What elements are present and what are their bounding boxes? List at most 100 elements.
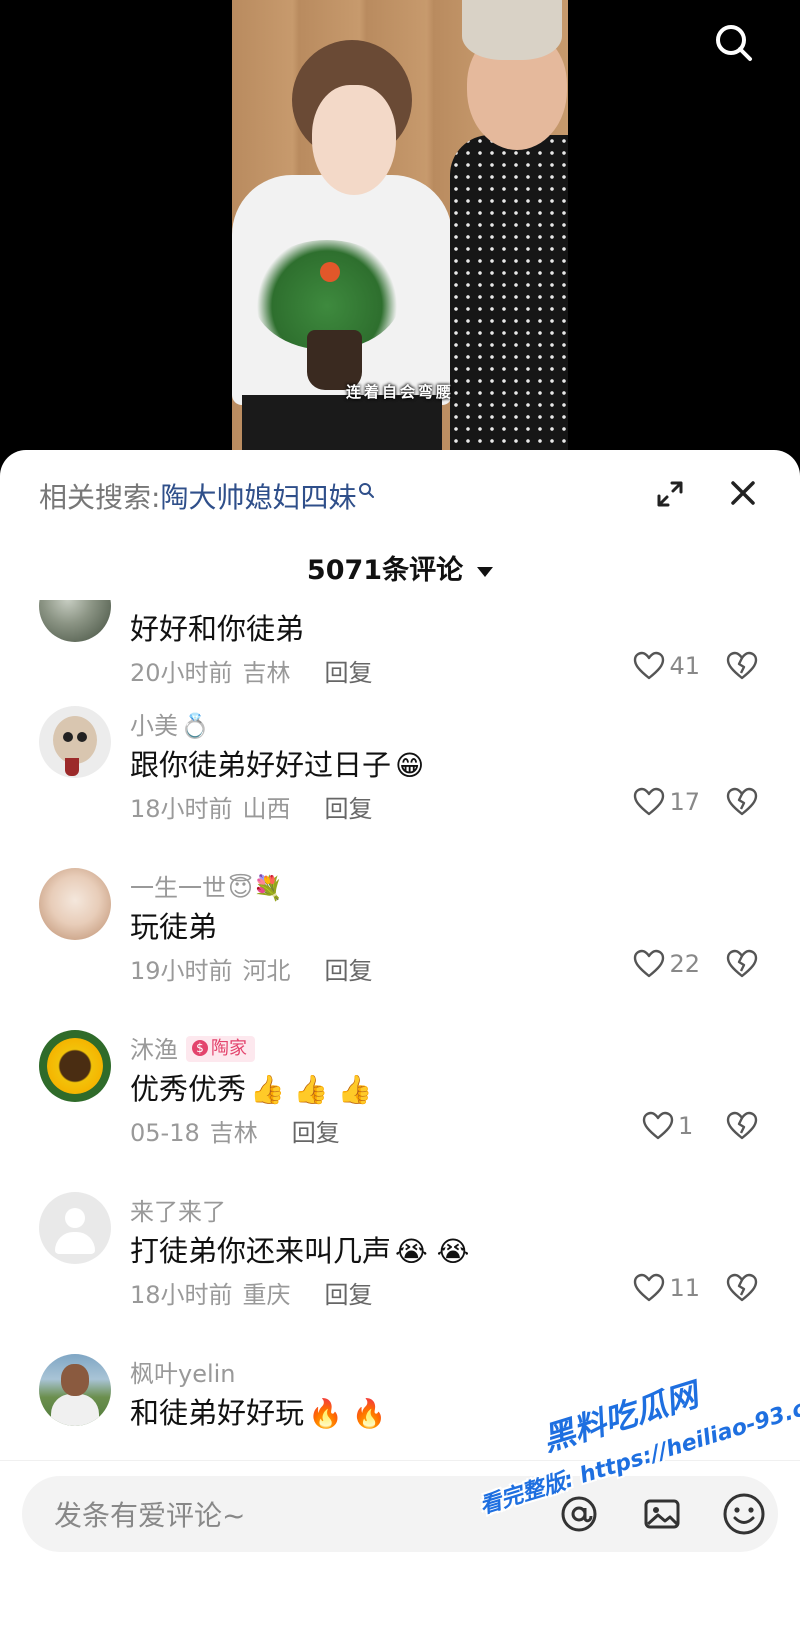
video-woman-skirt: [242, 395, 442, 455]
search-icon: [359, 483, 375, 498]
comment-text: 玩徒弟: [130, 904, 217, 946]
like-button[interactable]: 1: [642, 1110, 700, 1142]
avatar[interactable]: [39, 600, 111, 642]
heart-icon: [634, 949, 665, 978]
username-emoji: 💍: [180, 712, 210, 740]
comment-text: 好好和你徒弟: [130, 606, 304, 648]
comment-username[interactable]: 小美💍: [130, 706, 210, 741]
video-woman-face: [312, 85, 396, 195]
comment-input-container[interactable]: [22, 1476, 778, 1554]
close-icon[interactable]: [728, 478, 758, 508]
badge-label: 陶家: [211, 1038, 247, 1059]
comment-item: 来了来了 打徒弟你还来叫几声 😭 😭 18小时前 重庆 回复 11: [0, 1192, 800, 1342]
username-text: 来了来了: [130, 1198, 226, 1226]
comment-emoji: 😁: [395, 749, 425, 782]
comment-text-body: 打徒弟你还来叫几声: [130, 1234, 392, 1268]
comment-list[interactable]: 好好和你徒弟 20小时前 吉林 回复 41 小美💍 跟你徒弟好好过日子 😁 18小时前…: [0, 600, 800, 1458]
comment-time: 05-18: [130, 1119, 200, 1147]
avatar[interactable]: [39, 1030, 111, 1102]
fan-badge: $ 陶家: [186, 1036, 255, 1062]
comment-time: 18小时前: [130, 795, 233, 823]
related-search[interactable]: 相关搜索:陶大帅媳妇四妹: [39, 476, 375, 516]
comment-meta: 18小时前 重庆 回复: [130, 1275, 373, 1310]
comment-username[interactable]: 来了来了: [130, 1192, 226, 1227]
heart-icon: [634, 651, 665, 680]
at-icon[interactable]: [559, 1494, 599, 1534]
avatar[interactable]: [39, 868, 111, 940]
broken-heart-icon[interactable]: [726, 1110, 758, 1142]
heart-icon: [634, 787, 665, 816]
smile-icon[interactable]: [722, 1492, 766, 1536]
image-icon[interactable]: [642, 1494, 682, 1534]
like-button[interactable]: 22: [633, 948, 700, 980]
like-count: 17: [669, 788, 700, 816]
like-button[interactable]: 11: [633, 1272, 700, 1304]
username-text: 枫叶yelin: [130, 1360, 236, 1388]
broken-heart-icon[interactable]: [726, 1272, 758, 1304]
video-player[interactable]: 连着自会弯腰: [0, 0, 800, 470]
username-text: 沐渔: [130, 1036, 178, 1064]
like-count: 22: [669, 950, 700, 978]
username-text: 小美: [130, 712, 178, 740]
reply-button[interactable]: 回复: [325, 957, 373, 985]
username-text: 一生一世: [130, 874, 226, 902]
like-button[interactable]: 41: [633, 650, 700, 682]
comment-location: 重庆: [242, 1281, 291, 1309]
comment-username[interactable]: 枫叶yelin: [130, 1354, 236, 1389]
comment-item: 沐渔 $ 陶家 优秀优秀 👍 👍 👍 05-18 吉林 回复 1: [0, 1030, 800, 1180]
related-search-term[interactable]: 陶大帅媳妇四妹: [160, 481, 356, 514]
comment-text: 跟你徒弟好好过日子 😁: [130, 742, 424, 784]
comment-username[interactable]: 沐渔 $ 陶家: [130, 1030, 255, 1065]
video-man-jacket: [450, 135, 568, 455]
comment-emoji: 👍 👍 👍: [250, 1073, 373, 1106]
video-frame[interactable]: 连着自会弯腰: [232, 0, 568, 455]
avatar[interactable]: [39, 706, 111, 778]
comment-location: 吉林: [242, 659, 291, 687]
comment-meta: 20小时前 吉林 回复: [130, 653, 373, 688]
comment-emoji: 🔥 🔥: [308, 1397, 387, 1430]
reply-button[interactable]: 回复: [325, 1281, 373, 1309]
dollar-icon: $: [192, 1040, 208, 1056]
comment-item: 一生一世😇💐 玩徒弟 19小时前 河北 回复 22: [0, 868, 800, 1018]
comment-location: 山西: [242, 795, 291, 823]
reply-button[interactable]: 回复: [325, 659, 373, 687]
avatar[interactable]: [39, 1354, 111, 1426]
broken-heart-icon[interactable]: [726, 948, 758, 980]
comment-text: 和徒弟好好玩 🔥 🔥: [130, 1390, 387, 1432]
comment-text: 打徒弟你还来叫几声 😭 😭: [130, 1228, 469, 1270]
heart-icon: [634, 1273, 665, 1302]
comment-time: 18小时前: [130, 1281, 233, 1309]
comment-item: 小美💍 跟你徒弟好好过日子 😁 18小时前 山西 回复 17: [0, 706, 800, 856]
broken-heart-icon[interactable]: [726, 650, 758, 682]
like-count: 1: [678, 1112, 694, 1140]
comment-text-body: 跟你徒弟好好过日子: [130, 748, 392, 782]
comment-time: 19小时前: [130, 957, 233, 985]
comment-username[interactable]: 一生一世😇💐: [130, 868, 283, 903]
reply-button[interactable]: 回复: [292, 1119, 340, 1147]
like-count: 41: [669, 652, 700, 680]
reply-button[interactable]: 回复: [325, 795, 373, 823]
search-icon[interactable]: [713, 22, 753, 62]
expand-icon[interactable]: [655, 479, 685, 509]
video-caption: 连着自会弯腰: [345, 383, 454, 401]
comment-count-selector[interactable]: 5071条评论: [0, 548, 800, 587]
broken-heart-icon[interactable]: [726, 786, 758, 818]
comment-text: 优秀优秀 👍 👍 👍: [130, 1066, 372, 1108]
comment-item: 枫叶yelin 和徒弟好好玩 🔥 🔥: [0, 1354, 800, 1458]
comment-input[interactable]: [52, 1476, 536, 1554]
heart-icon: [642, 1111, 674, 1140]
comment-text-body: 玩徒弟: [130, 910, 218, 944]
comment-meta: 19小时前 河北 回复: [130, 951, 373, 986]
like-button[interactable]: 17: [633, 786, 700, 818]
comment-input-bar: [0, 1460, 800, 1637]
video-man-hair: [462, 0, 562, 60]
comment-time: 20小时前: [130, 659, 233, 687]
avatar[interactable]: [39, 1192, 111, 1264]
like-count: 11: [669, 1274, 700, 1302]
caret-down-icon: [477, 566, 494, 577]
comment-panel: 相关搜索:陶大帅媳妇四妹 5071条评论 好好和你徒弟 20小时前 吉林 回复 41: [0, 450, 800, 1637]
comment-emoji: 😭 😭: [395, 1235, 470, 1268]
comment-text-body: 好好和你徒弟: [130, 612, 305, 646]
comment-count: 5071条评论: [306, 555, 464, 586]
comment-location: 吉林: [209, 1119, 258, 1147]
